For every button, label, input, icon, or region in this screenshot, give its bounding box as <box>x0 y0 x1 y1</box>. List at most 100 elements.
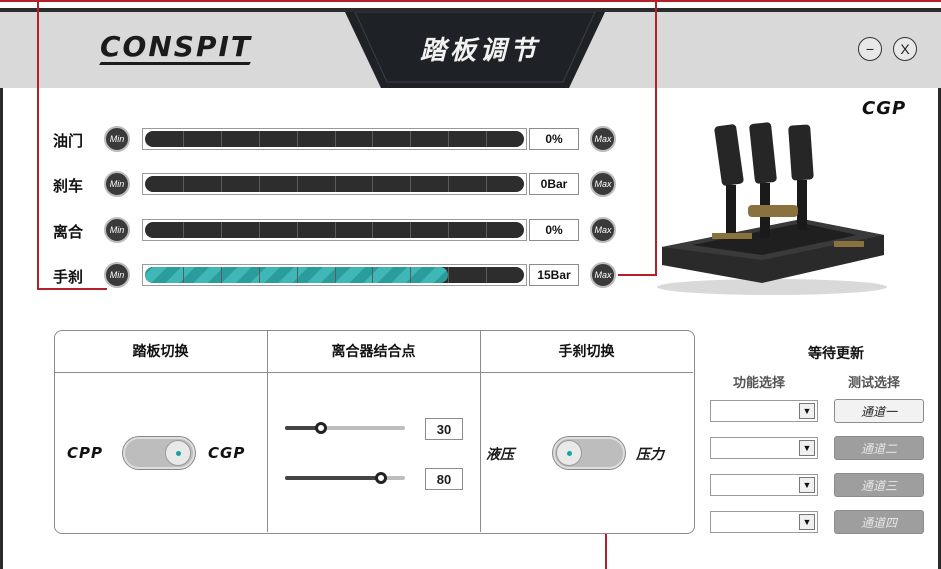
pedal-label: 手刹 <box>53 269 84 286</box>
bar-segment <box>258 176 260 192</box>
max-calibrate-button[interactable]: Max <box>590 217 616 243</box>
clutch-bite-header: 离合器结合点 <box>331 343 416 359</box>
bar-segment <box>296 267 298 283</box>
clutch-value-1[interactable]: 30 <box>425 418 463 440</box>
bar-segment <box>182 131 184 147</box>
function-select[interactable]: ▼ <box>710 511 818 533</box>
bar-track <box>145 267 524 283</box>
min-calibrate-button[interactable]: Min <box>104 171 130 197</box>
bar-segment <box>372 222 374 238</box>
bar-segment <box>334 222 336 238</box>
bar-segment <box>486 267 488 283</box>
clutch-slider-1[interactable] <box>285 422 405 434</box>
bar-segment <box>448 267 450 283</box>
bar-segment <box>448 176 450 192</box>
bar-segment <box>486 222 488 238</box>
bar-segment <box>410 176 412 192</box>
bar-segment <box>410 267 412 283</box>
pedal-switch-header: 踏板切换 <box>132 343 189 359</box>
min-calibrate-button[interactable]: Min <box>104 217 130 243</box>
bar-segment <box>372 131 374 147</box>
bar-segment <box>410 222 412 238</box>
slider-2-fill <box>285 476 381 480</box>
clutch-value-2[interactable]: 80 <box>425 468 463 490</box>
bar-segment <box>258 131 260 147</box>
bar-segment <box>182 176 184 192</box>
bar-segment <box>372 176 374 192</box>
min-calibrate-button[interactable]: Min <box>104 262 130 288</box>
pressure-label: 压力 <box>636 446 664 462</box>
dropdown-arrow-icon[interactable]: ▼ <box>799 440 815 456</box>
page-title: 踏板调节 <box>420 35 541 65</box>
annotation-line-top <box>0 0 941 2</box>
bar-segment <box>220 222 222 238</box>
bar-segment <box>182 222 184 238</box>
waiting-update-header: 等待更新 <box>808 345 864 361</box>
pedal-type-toggle[interactable] <box>123 437 195 469</box>
bar-segment <box>334 267 336 283</box>
bar-segment <box>410 131 412 147</box>
close-button[interactable]: X <box>893 37 917 61</box>
bar-segment <box>486 176 488 192</box>
bar-segment <box>220 131 222 147</box>
dropdown-arrow-icon[interactable]: ▼ <box>799 477 815 493</box>
cgp-label: CGP <box>208 444 246 462</box>
conspit-logo: CONSPIT <box>100 30 252 63</box>
slider-1-thumb[interactable] <box>315 422 327 434</box>
channel-button[interactable]: 通道一 <box>834 399 924 423</box>
function-select[interactable]: ▼ <box>710 437 818 459</box>
pedal-label: 刹车 <box>53 178 84 195</box>
pedal-input-bar <box>142 173 527 195</box>
bar-segment <box>334 176 336 192</box>
channel-button[interactable]: 通道四 <box>834 510 924 534</box>
function-select[interactable]: ▼ <box>710 474 818 496</box>
bar-segment <box>372 267 374 283</box>
bar-segment <box>448 131 450 147</box>
bar-track <box>145 222 524 238</box>
pedal-value: 0% <box>529 219 579 241</box>
annotation-line-left-vertical <box>37 0 39 290</box>
hydraulic-label: 液压 <box>486 446 514 462</box>
bar-track <box>145 131 524 147</box>
handbrake-switch-header: 手刹切换 <box>558 343 615 359</box>
handbrake-mode-toggle[interactable] <box>553 437 625 469</box>
cpp-label: CPP <box>67 444 103 462</box>
clutch-slider-2[interactable] <box>285 472 405 484</box>
pedal-set-image <box>657 122 887 295</box>
pedal-label: 油门 <box>53 133 84 150</box>
toggle-knob <box>165 440 191 466</box>
pedal-input-bar <box>142 264 527 286</box>
bar-segment <box>220 176 222 192</box>
max-calibrate-button[interactable]: Max <box>590 126 616 152</box>
logo-underline <box>99 62 251 65</box>
pedal-input-bar <box>142 219 527 241</box>
dropdown-arrow-icon[interactable]: ▼ <box>799 514 815 530</box>
bar-track <box>145 176 524 192</box>
pedal-value: 0% <box>529 128 579 150</box>
bar-segment <box>448 222 450 238</box>
bar-segment <box>258 222 260 238</box>
slider-2-thumb[interactable] <box>375 472 387 484</box>
dropdown-arrow-icon[interactable]: ▼ <box>799 403 815 419</box>
pedal-value: 15Bar <box>529 264 579 286</box>
test-select-header: 测试选择 <box>848 375 901 390</box>
pedal-value: 0Bar <box>529 173 579 195</box>
max-calibrate-button[interactable]: Max <box>590 171 616 197</box>
channel-button[interactable]: 通道三 <box>834 473 924 497</box>
annotation-line-left-horizontal <box>37 288 107 290</box>
channel-button[interactable]: 通道二 <box>834 436 924 460</box>
bar-segment <box>334 131 336 147</box>
minimize-button[interactable]: − <box>858 37 882 61</box>
bar-segment <box>296 131 298 147</box>
function-select-header: 功能选择 <box>733 375 786 390</box>
bar-segment <box>296 176 298 192</box>
function-select[interactable]: ▼ <box>710 400 818 422</box>
bar-segment <box>220 267 222 283</box>
pedal-input-bar <box>142 128 527 150</box>
bar-segment <box>182 267 184 283</box>
min-calibrate-button[interactable]: Min <box>104 126 130 152</box>
toggle-knob <box>556 440 582 466</box>
bar-segment <box>296 222 298 238</box>
max-calibrate-button[interactable]: Max <box>590 262 616 288</box>
panel-header-divider <box>54 372 693 373</box>
